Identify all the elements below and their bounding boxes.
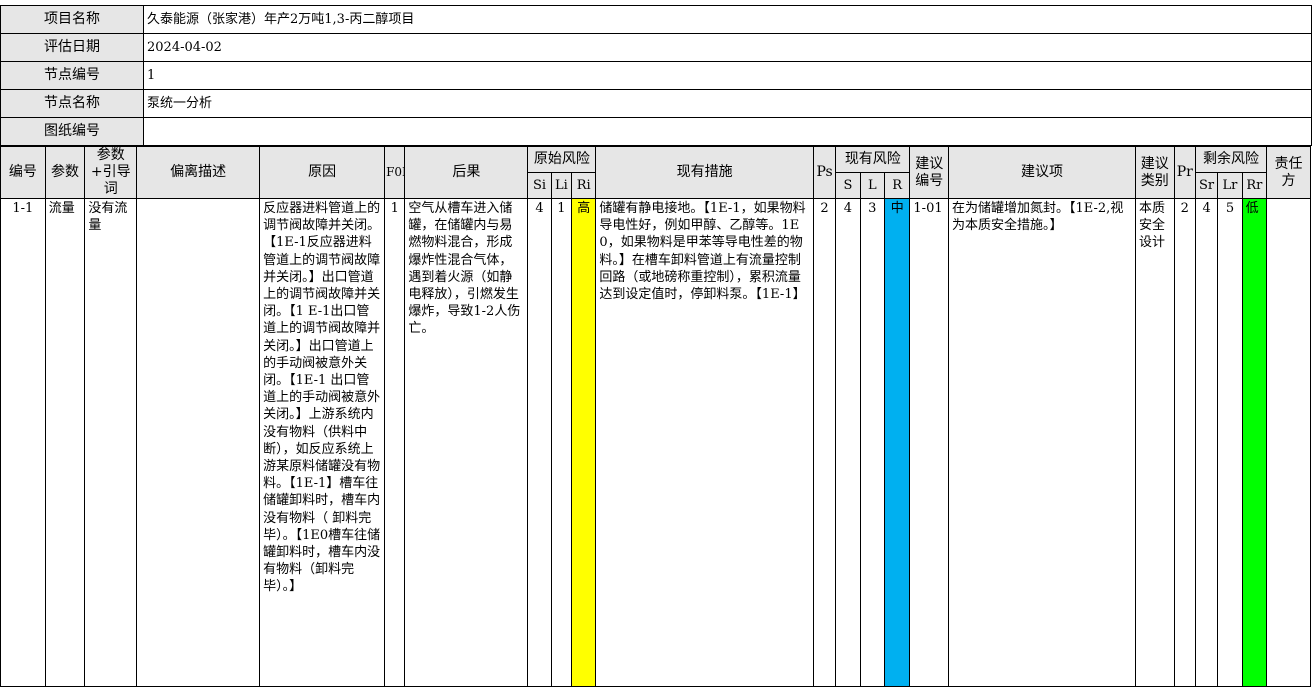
cell-r-risk-badge[interactable]: 中 xyxy=(883,198,911,687)
cell-ri-risk-badge[interactable]: 高 xyxy=(571,198,597,687)
col-header-sr: Sr xyxy=(1194,172,1219,199)
node-name-label: 节点名称 xyxy=(0,89,144,118)
col-header-param-guide: 参数+引导词 xyxy=(84,146,138,199)
col-header-rec: 建议项 xyxy=(948,146,1136,199)
cell-lr[interactable]: 5 xyxy=(1217,198,1243,687)
col-header-owner: 责任方 xyxy=(1266,146,1311,199)
col-header-s: S xyxy=(835,172,861,199)
header-row: 编号 参数 参数+引导词 偏离描述 原因 F0P 后果 原始风险 现有措施 Ps… xyxy=(0,146,1311,199)
node-name-value[interactable]: 泵统一分析 xyxy=(143,89,1312,118)
col-header-rec-type: 建议类别 xyxy=(1134,146,1175,199)
col-header-si: Si xyxy=(527,172,552,199)
cell-rr-risk-badge[interactable]: 低 xyxy=(1241,198,1268,687)
cell-cause[interactable]: 反应器进料管道上的调节阀故障并关闭。【1E-1反应器进料管道上的调节阀故障并关闭… xyxy=(259,198,386,687)
node-info-table: 项目名称 久泰能源（张家港）年产2万吨1,3-丙二醇项目 评估日期 2024-0… xyxy=(0,5,1312,146)
project-name-label: 项目名称 xyxy=(0,5,144,34)
eval-date-value[interactable]: 2024-04-02 xyxy=(143,33,1312,62)
eval-date-row: 评估日期 2024-04-02 xyxy=(0,33,1312,62)
node-name-row: 节点名称 泵统一分析 xyxy=(0,89,1312,118)
col-header-pr: Pr xyxy=(1173,146,1196,199)
col-header-no: 编号 xyxy=(0,146,46,199)
cell-fop[interactable]: 1 xyxy=(384,198,406,687)
col-header-cur-risk: 现有风险 xyxy=(835,146,911,173)
eval-date-label: 评估日期 xyxy=(0,33,144,62)
col-header-li: Li xyxy=(550,172,573,199)
cell-rec[interactable]: 在为储罐增加氮封。【1E-2,视为本质安全措施。】 xyxy=(948,198,1136,687)
cell-sr[interactable]: 4 xyxy=(1194,198,1219,687)
hazop-analysis-table: 编号 参数 参数+引导词 偏离描述 原因 F0P 后果 原始风险 现有措施 Ps… xyxy=(0,146,1311,687)
col-header-cause: 原因 xyxy=(259,146,386,199)
table-row: 1-1 流量 没有流量 反应器进料管道上的调节阀故障并关闭。【1E-1反应器进料… xyxy=(0,198,1311,687)
col-header-rr: Rr xyxy=(1241,172,1268,199)
cell-existing[interactable]: 储罐有静电接地。【1E-1，如果物料导电性好，例如甲醇、乙醇等。1E0，如果物料… xyxy=(595,198,814,687)
col-header-fop: F0P xyxy=(384,146,406,199)
cell-li[interactable]: 1 xyxy=(550,198,573,687)
node-no-row: 节点编号 1 xyxy=(0,61,1312,90)
col-header-deviation: 偏离描述 xyxy=(136,146,261,199)
node-no-label: 节点编号 xyxy=(0,61,144,90)
col-header-r: R xyxy=(883,172,911,199)
hazop-worksheet: 项目名称 久泰能源（张家港）年产2万吨1,3-丙二醇项目 评估日期 2024-0… xyxy=(0,0,1314,687)
cell-rec-type[interactable]: 本质安全设计 xyxy=(1134,198,1175,687)
cell-l[interactable]: 3 xyxy=(859,198,885,687)
cell-si[interactable]: 4 xyxy=(527,198,552,687)
project-name-value[interactable]: 久泰能源（张家港）年产2万吨1,3-丙二醇项目 xyxy=(143,5,1312,34)
drawing-no-row: 图纸编号 xyxy=(0,117,1312,146)
drawing-no-label: 图纸编号 xyxy=(0,117,144,146)
cell-ps[interactable]: 2 xyxy=(812,198,837,687)
col-header-rec-no: 建议编号 xyxy=(909,146,950,199)
node-no-value[interactable]: 1 xyxy=(143,61,1312,90)
col-header-ri: Ri xyxy=(571,172,597,199)
col-header-orig-risk: 原始风险 xyxy=(527,146,597,173)
cell-consequence[interactable]: 空气从槽车进入储罐，在储罐内与易燃物料混合，形成爆炸性混合气体，遇到着火源（如静… xyxy=(404,198,529,687)
cell-owner[interactable] xyxy=(1266,198,1311,687)
col-header-param: 参数 xyxy=(44,146,86,199)
cell-s[interactable]: 4 xyxy=(835,198,861,687)
project-name-row: 项目名称 久泰能源（张家港）年产2万吨1,3-丙二醇项目 xyxy=(0,5,1312,34)
drawing-no-value[interactable] xyxy=(143,117,1312,146)
col-header-lr: Lr xyxy=(1217,172,1243,199)
col-header-existing: 现有措施 xyxy=(595,146,814,199)
col-header-consequence: 后果 xyxy=(404,146,529,199)
cell-pr[interactable]: 2 xyxy=(1173,198,1196,687)
cell-param[interactable]: 流量 xyxy=(44,198,86,687)
cell-rec-no[interactable]: 1-01 xyxy=(909,198,950,687)
cell-param-guide[interactable]: 没有流量 xyxy=(84,198,138,687)
col-header-res-risk: 剩余风险 xyxy=(1194,146,1268,173)
col-header-ps: Ps xyxy=(812,146,837,199)
cell-deviation[interactable] xyxy=(136,198,261,687)
cell-no[interactable]: 1-1 xyxy=(0,198,46,687)
col-header-l: L xyxy=(859,172,885,199)
